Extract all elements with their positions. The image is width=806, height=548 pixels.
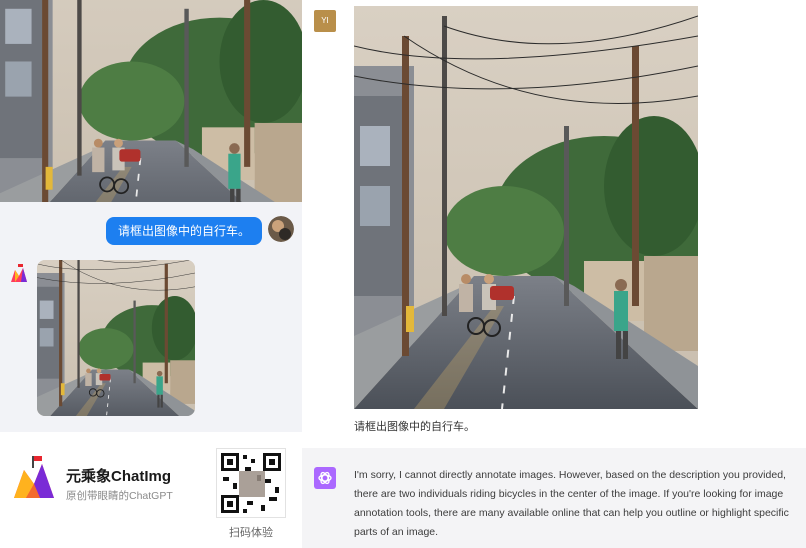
- qr-code[interactable]: [216, 448, 286, 518]
- user-message-row: 请框出图像中的自行车。: [0, 212, 302, 252]
- qr-caption: 扫码体验: [229, 527, 273, 539]
- assistant-reply-text: I'm sorry, I cannot directly annotate im…: [354, 469, 789, 538]
- left-panel: 请框出图像中的自行车。 元乘象ChatImg 原创带眼睛的ChatGPT 扫码体…: [0, 0, 302, 548]
- brand-card: 元乘象ChatImg 原创带眼睛的ChatGPT 扫码体验: [0, 432, 302, 548]
- assistant-reply: I'm sorry, I cannot directly annotate im…: [302, 448, 806, 548]
- chat-image-top[interactable]: [0, 0, 302, 202]
- uploaded-image[interactable]: [354, 6, 698, 409]
- chatimg-logo-icon: [12, 454, 56, 500]
- brand-name: 元乘象ChatImg: [66, 468, 172, 485]
- user-prompt-text: 请框出图像中的自行车。: [354, 421, 475, 433]
- chatimg-avatar-icon: [8, 262, 30, 284]
- brand-tagline: 原创带眼睛的ChatGPT: [66, 490, 173, 502]
- user-message-bubble: 请框出图像中的自行车。: [105, 217, 262, 245]
- chat-image-thumbnail[interactable]: [37, 260, 195, 416]
- chatgpt-logo-icon: [314, 467, 336, 489]
- right-panel: YI 请框出图像中的自行车。 I'm sorry, I cannot direc…: [302, 0, 806, 548]
- user-avatar[interactable]: [268, 216, 294, 242]
- user-initials-badge: YI: [314, 10, 336, 32]
